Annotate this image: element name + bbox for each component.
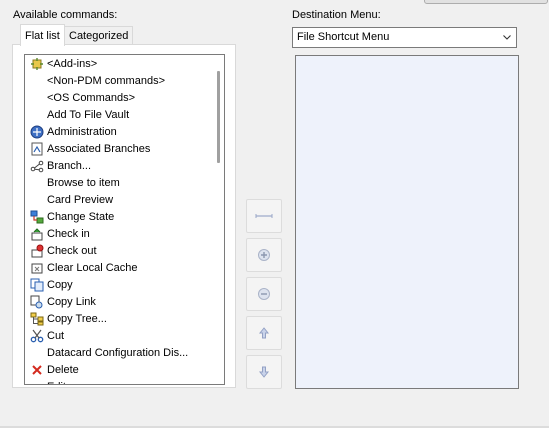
separator-line-icon [255,214,273,218]
available-commands-label: Available commands: [13,9,118,21]
available-commands-list[interactable]: <Add-ins> <Non-PDM commands> <OS Commands>… [24,54,225,385]
command-list-item[interactable]: Associated Branches [25,141,210,158]
administration-icon [30,125,44,139]
plus-circle-icon [258,249,270,261]
copy-link-icon [30,295,43,309]
command-list-item[interactable]: <OS Commands> [25,90,210,107]
arrow-down-icon [258,366,270,378]
clear-cache-icon [31,263,43,274]
destination-menu-select[interactable]: File Shortcut Menu [292,27,517,48]
copy-icon [30,278,44,292]
command-label: <OS Commands> [47,92,136,104]
add-button[interactable] [246,238,282,272]
command-list-item[interactable]: Datacard Configuration Dis... [25,345,210,362]
command-list-item[interactable]: Card Preview [25,192,210,209]
command-list-item[interactable]: Check out [25,243,210,260]
command-label: Clear Local Cache [47,262,138,274]
copy-tree-icon [30,312,44,326]
scissors-icon [30,329,44,343]
command-list-item[interactable]: Add To File Vault [25,107,210,124]
command-list-item[interactable]: <Add-ins> [25,56,210,73]
minus-circle-icon [258,288,270,300]
tab-categorized[interactable]: Categorized [64,26,134,45]
command-list-item[interactable]: Clear Local Cache [25,260,210,277]
command-label: Add To File Vault [47,109,130,121]
arrow-up-icon [258,327,270,339]
command-label: Card Preview [47,194,114,206]
branch-icon [30,160,44,173]
command-label: Cut [47,330,65,342]
command-label: Change State [47,211,115,223]
separator-button[interactable] [246,199,282,233]
command-list-item[interactable]: Cut [25,328,210,345]
move-up-button[interactable] [246,316,282,350]
tab-flat-list[interactable]: Flat list [20,24,65,46]
command-label: Copy Link [47,296,96,308]
move-down-button[interactable] [246,355,282,389]
command-label: Associated Branches [47,143,151,155]
command-list-item[interactable]: Branch... [25,158,210,175]
command-label: Browse to item [47,177,120,189]
command-label: <Add-ins> [47,58,98,70]
remove-button[interactable] [246,277,282,311]
command-list-item[interactable]: Delete [25,362,210,379]
command-label: Check in [47,228,90,240]
command-list-item[interactable]: Browse to item [25,175,210,192]
command-list-item[interactable]: Administration [25,124,210,141]
destination-menu-value: File Shortcut Menu [297,31,390,43]
destination-menu-label: Destination Menu: [292,9,381,21]
command-label: Check out [47,245,97,257]
command-list-item[interactable]: <Non-PDM commands> [25,73,210,90]
associated-branches-icon [31,142,43,156]
command-label: <Non-PDM commands> [47,75,165,87]
command-list-item[interactable]: Change State [25,209,210,226]
check-in-icon [31,228,43,241]
add-ins-icon [31,58,43,70]
command-list-item[interactable]: Copy Link [25,294,210,311]
top-button[interactable] [424,0,548,4]
command-label: Datacard Configuration Dis... [47,347,189,359]
command-label: Branch... [47,160,92,172]
command-label: Delete [47,364,79,376]
command-label: Copy Tree... [47,313,107,325]
command-list-item[interactable]: Check in [25,226,210,243]
delete-x-icon [32,365,42,375]
check-out-icon [31,244,44,258]
command-label: Edit... [47,379,75,384]
command-label: Administration [47,126,117,138]
command-list-item[interactable]: Copy [25,277,210,294]
change-state-icon [30,210,44,224]
destination-menu-list[interactable] [295,55,519,389]
command-list-item[interactable]: Copy Tree... [25,311,210,328]
command-list-item[interactable]: Edit... [25,379,210,384]
command-label: Copy [47,279,73,291]
chevron-down-icon [503,35,511,40]
scrollbar[interactable] [212,55,224,384]
scrollbar-thumb[interactable] [217,71,220,163]
